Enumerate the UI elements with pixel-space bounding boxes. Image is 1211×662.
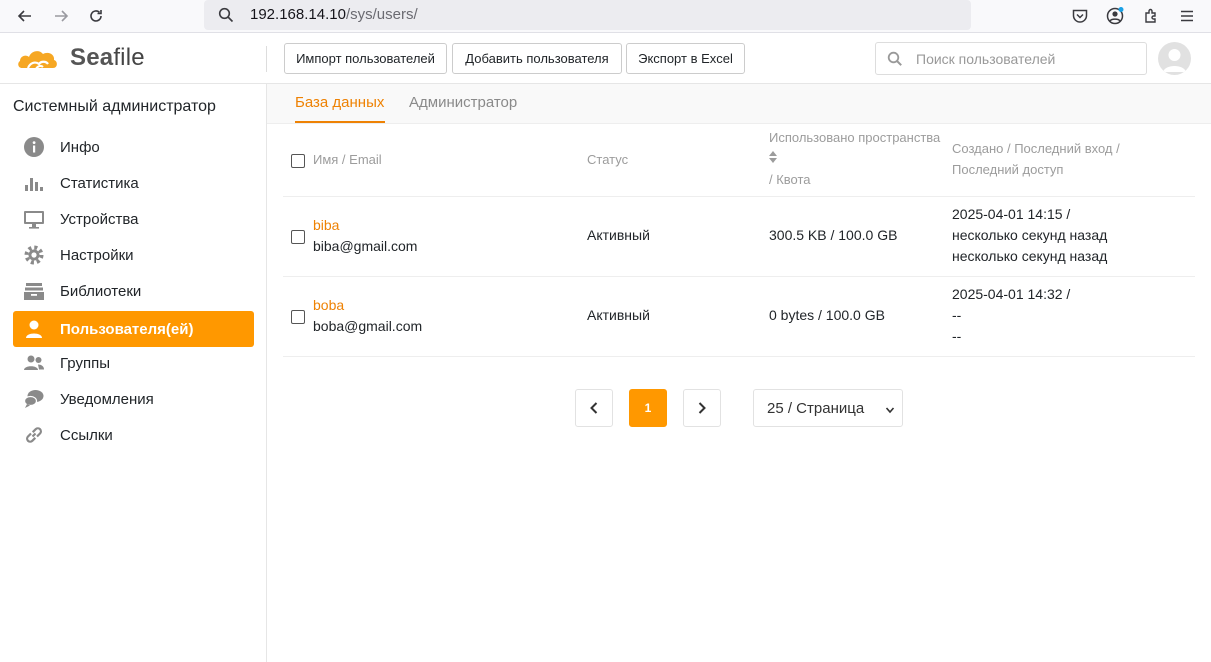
table-header: Имя / Email Статус Использовано простран… [283,124,1195,197]
next-page-button[interactable] [683,389,721,427]
user-name-link[interactable]: biba [313,217,339,233]
avatar[interactable] [1158,42,1191,75]
col-name-email[interactable]: Имя / Email [313,152,382,167]
url-text: 192.168.14.10/sys/users/ [250,6,418,23]
chevron-left-icon [590,402,598,414]
add-user-button[interactable]: Добавить пользователя [452,43,622,74]
notification-icon [22,387,46,411]
seafile-cloud-icon [18,51,57,70]
sidebar-item-groups[interactable]: Группы [13,345,254,381]
bar-chart-icon [22,171,46,195]
search-icon [887,51,903,72]
col-created-login: Создано / Последний вход / [952,141,1120,156]
seafile-logo[interactable]: Seafile [16,42,145,74]
group-icon [22,351,46,375]
link-icon [22,423,46,447]
user-email: biba@gmail.com [313,238,418,254]
row-checkbox[interactable] [291,310,305,324]
chevron-down-icon [884,403,896,420]
table-row: boba boba@gmail.com Активный 0 bytes / 1… [283,277,1195,357]
sidebar-title: Системный администратор [13,98,216,115]
sidebar-item-label: Устройства [60,210,139,228]
user-space[interactable]: 0 bytes / 100.0 GB [769,307,885,323]
sidebar: Системный администратор Инфо Статистика … [0,84,267,662]
search-icon [218,7,234,28]
user-space[interactable]: 300.5 KB / 100.0 GB [769,227,897,243]
sidebar-item-libraries[interactable]: Библиотеки [13,273,254,309]
browser-toolbar: 192.168.14.10/sys/users/ [0,0,1211,33]
col-last-access: Последний доступ [952,162,1064,177]
user-icon [22,317,46,341]
import-users-button[interactable]: Импорт пользователей [284,43,447,74]
sidebar-item-label: Инфо [60,138,100,156]
menu-icon[interactable] [1176,5,1198,27]
user-status[interactable]: Активный [587,307,650,323]
user-search-box[interactable] [875,42,1147,75]
user-last-login: несколько секунд назад [952,227,1108,243]
user-status[interactable]: Активный [587,227,650,243]
user-created: 2025-04-01 14:32 / [952,286,1071,302]
row-checkbox[interactable] [291,230,305,244]
user-created: 2025-04-01 14:15 / [952,206,1071,222]
sidebar-item-label: Уведомления [60,390,154,408]
col-space[interactable]: Использовано пространства [769,130,940,145]
select-all-checkbox[interactable] [291,154,305,168]
sidebar-item-label: Пользователя(ей) [60,320,194,338]
tab-admin[interactable]: Администратор [409,94,517,111]
chevron-right-icon [698,402,706,414]
per-page-select[interactable]: 25 / Страница [753,389,903,427]
logo-text: Seafile [70,44,145,72]
pocket-icon[interactable] [1069,5,1091,27]
user-last-login: -- [952,307,962,323]
per-page-value: 25 / Страница [767,399,865,417]
user-email: boba@gmail.com [313,318,423,334]
sidebar-item-devices[interactable]: Устройства [13,201,254,237]
export-excel-button[interactable]: Экспорт в Excel [626,43,745,74]
page-number-button[interactable]: 1 [629,389,667,427]
extensions-icon[interactable] [1140,5,1162,27]
app-header: Seafile Импорт пользователей Добавить по… [0,33,1211,84]
url-path: /sys/users/ [345,6,418,23]
sort-icon[interactable] [769,151,777,166]
logo-text-file: file [113,44,145,71]
user-search-input[interactable] [916,49,1136,69]
user-name-link[interactable]: boba [313,297,344,313]
tab-database[interactable]: База данных [295,94,384,111]
user-last-access: несколько секунд назад [952,248,1108,264]
url-host: 192.168.14.10 [250,6,346,23]
sidebar-item-notifications[interactable]: Уведомления [13,381,254,417]
sidebar-item-links[interactable]: Ссылки [13,417,254,453]
address-bar[interactable]: 192.168.14.10/sys/users/ [204,0,971,30]
header-divider [266,46,267,72]
sidebar-item-settings[interactable]: Настройки [13,237,254,273]
tabs: База данных Администратор [267,84,1211,124]
account-icon[interactable] [1104,5,1126,27]
table-row: biba biba@gmail.com Активный 300.5 KB / … [283,197,1195,277]
col-quota: / Квота [769,172,811,187]
forward-arrow-icon[interactable] [48,4,74,28]
sidebar-item-label: Библиотеки [60,282,142,300]
sidebar-item-label: Группы [60,354,110,372]
library-icon [22,279,46,303]
prev-page-button[interactable] [575,389,613,427]
sidebar-item-statistics[interactable]: Статистика [13,165,254,201]
logo-text-sea: Sea [70,44,114,71]
info-icon [22,135,46,159]
col-status: Статус [587,152,629,167]
user-last-access: -- [952,328,962,344]
back-arrow-icon[interactable] [12,4,38,28]
sidebar-item-users[interactable]: Пользователя(ей) [13,311,254,347]
sidebar-item-info[interactable]: Инфо [13,129,254,165]
sidebar-item-label: Настройки [60,246,134,264]
monitor-icon [22,207,46,231]
active-tab-underline [295,121,385,123]
sidebar-item-label: Статистика [60,174,139,192]
sidebar-item-label: Ссылки [60,426,113,444]
reload-icon[interactable] [83,4,109,28]
gear-icon [22,243,46,267]
